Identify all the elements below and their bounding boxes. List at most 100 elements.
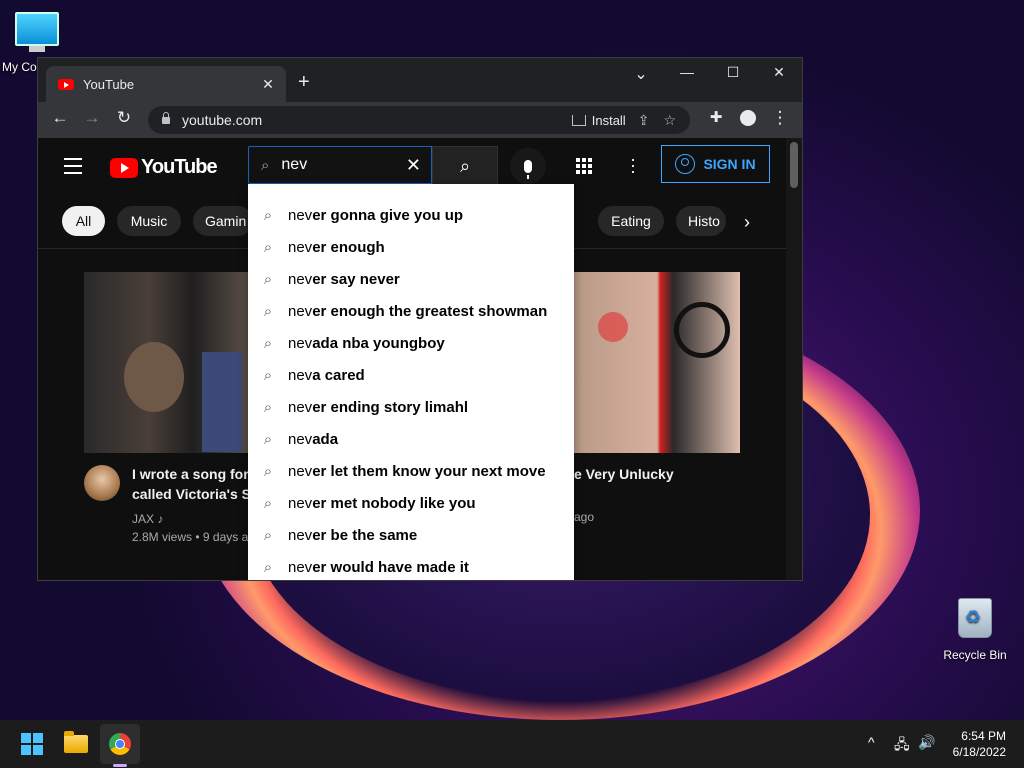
suggestion-item[interactable]: ⌕ nev er be the same: [248, 519, 574, 551]
video-title[interactable]: I wrote a song for T called Victoria's S…: [132, 464, 261, 504]
search-suggestions-dropdown: ⌕ nev er gonna give you up ⌕ nev er enough ⌕ ne…: [248, 184, 574, 580]
search-icon: ⌕: [263, 302, 273, 320]
start-button[interactable]: [12, 724, 52, 764]
network-icon[interactable]: 🖧: [894, 734, 910, 758]
suggestion-typed-text: nev: [288, 206, 313, 224]
browser-toolbar: ← → ↻ youtube.com Install ⇪ ☆ ✚ ⋮: [38, 102, 802, 138]
volume-icon[interactable]: 🔊: [918, 734, 935, 751]
browser-menu-icon[interactable]: ⋮: [768, 108, 792, 128]
system-clock[interactable]: 6:54 PM 6/18/2022: [944, 728, 1006, 760]
windows-logo-icon: [21, 733, 43, 755]
back-button[interactable]: ←: [48, 108, 72, 128]
star-icon[interactable]: ☆: [663, 112, 676, 129]
search-box[interactable]: ⌕ ✕: [248, 146, 432, 184]
suggestion-item[interactable]: ⌕ nev er let them know your next move: [248, 455, 574, 487]
suggestion-typed-text: nev: [288, 302, 313, 320]
search-icon: ⌕: [263, 430, 273, 448]
suggestion-completion-text: ada nba youngboy: [312, 334, 445, 352]
chip-all[interactable]: All: [62, 206, 105, 236]
youtube-logo-text: YouTube: [141, 156, 218, 178]
suggestion-typed-text: nev: [288, 558, 313, 576]
taskbar-file-explorer[interactable]: [56, 724, 96, 764]
close-window-button[interactable]: ✕: [756, 64, 802, 81]
suggestion-typed-text: nev: [288, 462, 313, 480]
tab-strip: YouTube ✕ + ⌄ — ☐ ✕: [38, 58, 802, 102]
suggestion-item[interactable]: ⌕ nev a cared: [248, 359, 574, 391]
chip-eating[interactable]: Eating: [598, 206, 664, 236]
suggestion-completion-text: er gonna give you up: [312, 206, 464, 224]
suggestion-item[interactable]: ⌕ nev er say never: [248, 263, 574, 295]
video-thumbnail[interactable]: [84, 272, 248, 453]
suggestion-completion-text: a cared: [312, 366, 365, 384]
page-scrollbar[interactable]: [786, 138, 802, 580]
clock-time: 6:54 PM: [961, 729, 1006, 743]
channel-avatar[interactable]: [84, 465, 120, 501]
search-icon: ⌕: [261, 156, 270, 174]
chip-history[interactable]: Histo: [676, 206, 726, 236]
sign-in-button[interactable]: SIGN IN: [661, 145, 770, 183]
suggestion-typed-text: nev: [288, 430, 313, 448]
address-bar[interactable]: youtube.com Install ⇪ ☆: [148, 106, 690, 134]
suggestion-item[interactable]: ⌕ nev ada: [248, 423, 574, 455]
apps-grid-icon[interactable]: [576, 158, 592, 174]
tab-close-icon[interactable]: ✕: [256, 76, 280, 93]
taskbar-chrome[interactable]: [100, 724, 140, 764]
video-channel[interactable]: JAX ♪: [132, 510, 163, 528]
url-text[interactable]: youtube.com: [182, 112, 572, 128]
video-title[interactable]: e Very Unlucky: [574, 464, 674, 484]
clear-search-icon[interactable]: ✕: [406, 155, 421, 176]
tab-youtube[interactable]: YouTube ✕: [46, 66, 286, 102]
search-input[interactable]: [279, 155, 394, 175]
forward-button[interactable]: →: [80, 108, 104, 128]
suggestion-completion-text: er be the same: [312, 526, 418, 544]
youtube-play-icon: [110, 157, 138, 178]
guide-menu-icon[interactable]: [64, 158, 82, 179]
chrome-icon: [109, 733, 131, 755]
chevron-right-icon[interactable]: ›: [744, 212, 750, 233]
install-app-button[interactable]: Install: [571, 112, 626, 128]
video-thumbnail[interactable]: [574, 272, 740, 453]
suggestion-typed-text: nev: [288, 334, 313, 352]
install-label: Install: [591, 112, 626, 128]
microphone-icon: [524, 159, 532, 179]
suggestion-item[interactable]: ⌕ nev er enough: [248, 231, 574, 263]
chrome-window: YouTube ✕ + ⌄ — ☐ ✕ ← → ↻ youtube.com In…: [37, 57, 803, 581]
clock-date: 6/18/2022: [952, 745, 1006, 759]
youtube-logo[interactable]: YouTube: [110, 156, 218, 179]
chip-gaming[interactable]: Gamin: [193, 206, 253, 236]
suggestion-completion-text: er met nobody like you: [312, 494, 476, 512]
video-metadata: 2.8M views • 9 days a: [132, 530, 249, 544]
install-icon: [571, 114, 586, 126]
scrollbar-thumb[interactable]: [790, 142, 798, 188]
suggestion-completion-text: er enough the greatest showman: [312, 302, 548, 320]
suggestion-item[interactable]: ⌕ nev er ending story limahl: [248, 391, 574, 423]
youtube-favicon-icon: [58, 78, 74, 90]
search-button[interactable]: ⌕: [432, 146, 498, 186]
suggestion-item[interactable]: ⌕ nev er enough the greatest showman: [248, 295, 574, 327]
search-icon: ⌕: [263, 270, 273, 288]
new-tab-button[interactable]: +: [298, 72, 310, 92]
extensions-icon[interactable]: ✚: [704, 108, 728, 126]
lock-icon[interactable]: [162, 111, 170, 124]
suggestion-typed-text: nev: [288, 270, 313, 288]
show-hidden-icons-chevron[interactable]: ^: [868, 734, 875, 750]
tab-search-chevron-icon[interactable]: ⌄: [618, 64, 664, 84]
maximize-button[interactable]: ☐: [710, 64, 756, 81]
recycle-bin-icon: ♻: [958, 598, 992, 638]
reload-button[interactable]: ↻: [112, 108, 136, 128]
suggestion-item[interactable]: ⌕ nev ada nba youngboy: [248, 327, 574, 359]
suggestion-item[interactable]: ⌕ nev er would have made it: [248, 551, 574, 580]
video-metadata: ago: [574, 510, 595, 524]
suggestion-completion-text: er say never: [312, 270, 400, 288]
search-icon: ⌕: [263, 238, 273, 256]
minimize-button[interactable]: —: [664, 64, 710, 80]
suggestion-item[interactable]: ⌕ nev er gonna give you up: [248, 199, 574, 231]
profile-icon[interactable]: [736, 108, 760, 126]
desktop-icon-recycle-bin[interactable]: ♻ Recycle Bin: [940, 598, 1010, 662]
chip-music[interactable]: Music: [117, 206, 181, 236]
suggestion-item[interactable]: ⌕ nev er met nobody like you: [248, 487, 574, 519]
settings-more-icon[interactable]: · · ·: [630, 150, 636, 180]
voice-search-button[interactable]: [510, 148, 546, 184]
suggestion-completion-text: er let them know your next move: [312, 462, 546, 480]
share-icon[interactable]: ⇪: [638, 112, 650, 129]
